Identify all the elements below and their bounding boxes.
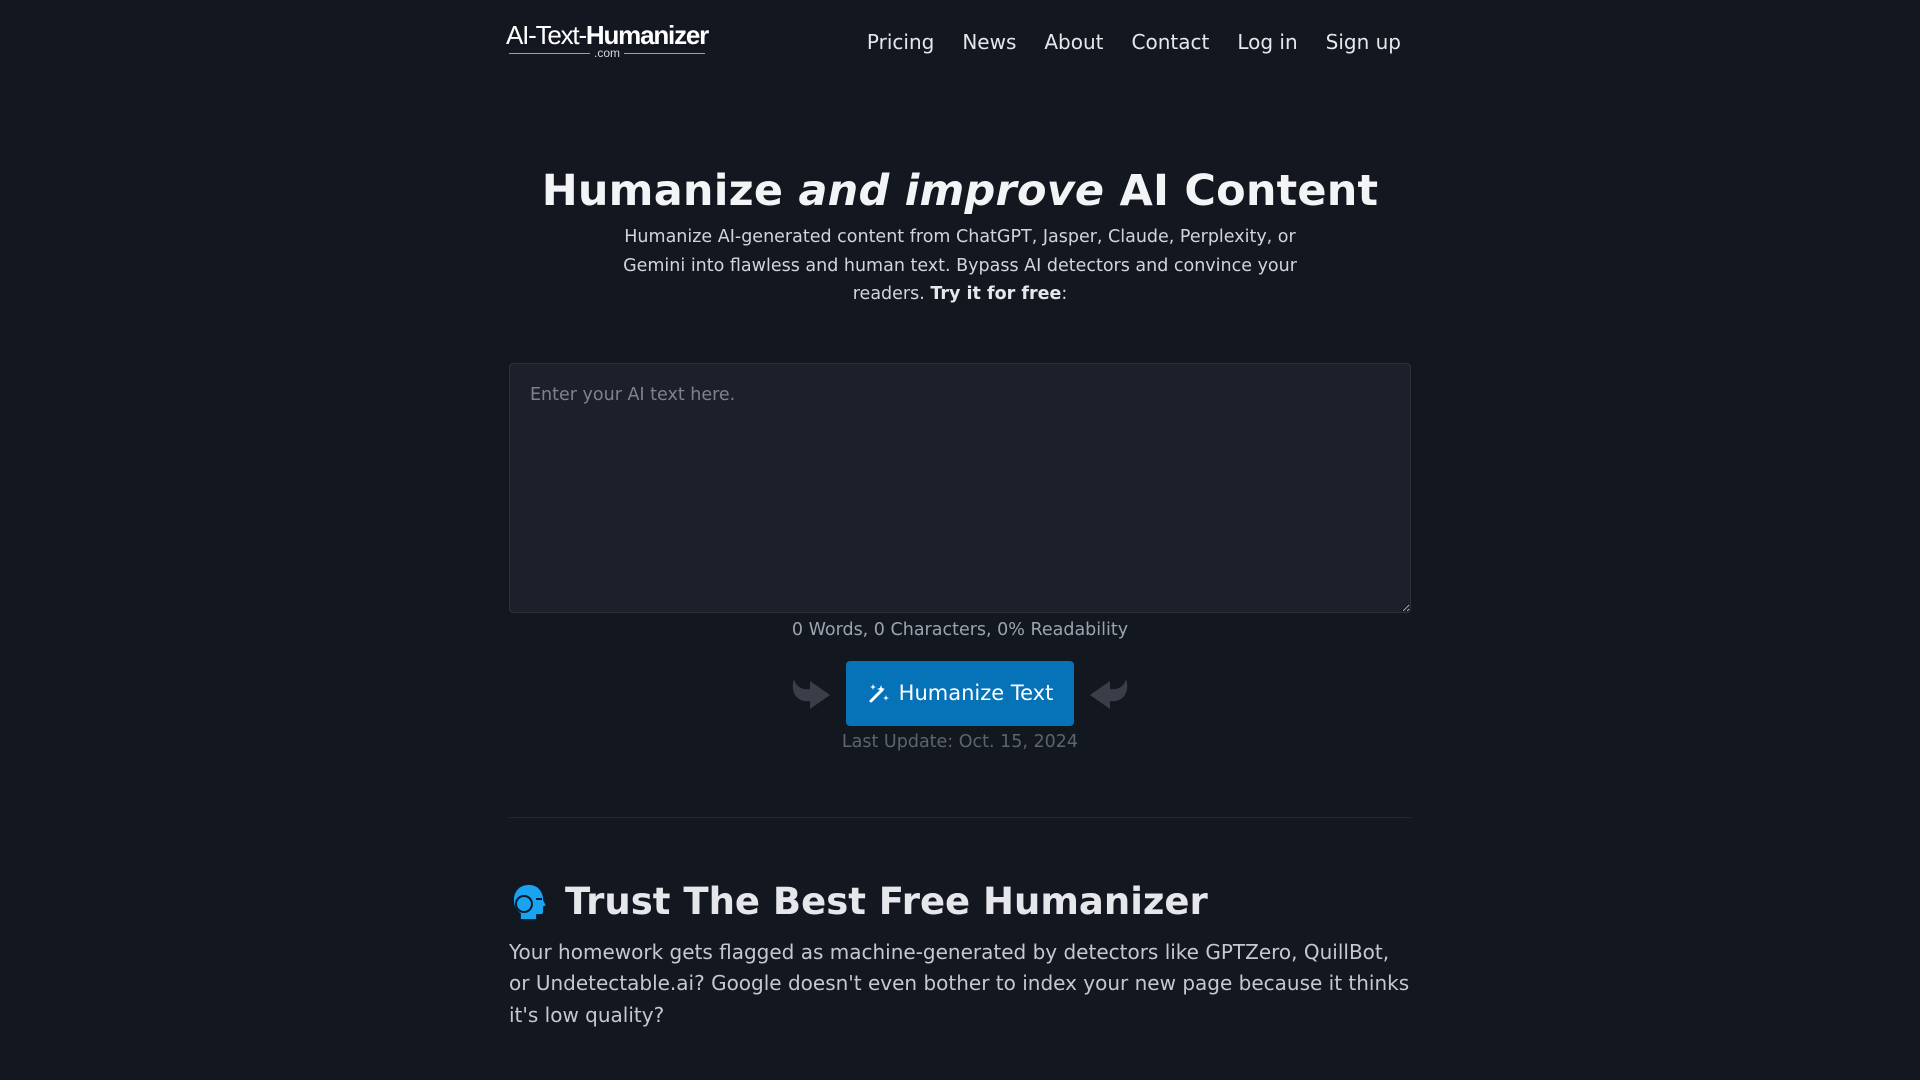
nav-news[interactable]: News bbox=[948, 30, 1030, 54]
ai-text-input[interactable] bbox=[509, 362, 1411, 613]
logo-prefix: AI-Text- bbox=[505, 20, 587, 50]
section-title-text: Trust The Best Free Humanizer bbox=[565, 879, 1208, 923]
site-header: AI-Text-Humanizer .com Pricing News Abou… bbox=[505, 0, 1411, 84]
title-part1: Humanize bbox=[541, 166, 799, 216]
hero-description: Humanize AI-generated content from ChatG… bbox=[610, 223, 1310, 309]
nav-pricing[interactable]: Pricing bbox=[853, 30, 948, 54]
curved-arrow-left-icon bbox=[1074, 661, 1144, 725]
logo-subline: .com bbox=[509, 46, 706, 60]
trust-section: Trust The Best Free Humanizer Your homew… bbox=[509, 879, 1411, 1032]
nav-log-in[interactable]: Log in bbox=[1223, 30, 1311, 54]
main-nav: Pricing News About Contact Log in Sign u… bbox=[853, 30, 1401, 54]
logo-text: AI-Text-Humanizer bbox=[505, 20, 709, 50]
humanize-button[interactable]: Humanize Text bbox=[846, 660, 1074, 726]
section-body: Your homework gets flagged as machine-ge… bbox=[509, 939, 1410, 1027]
page-title: Humanize and improve AI Content bbox=[509, 163, 1411, 219]
editor: 0 Words, 0 Characters, 0% Readability bbox=[509, 362, 1411, 641]
magic-wand-icon bbox=[867, 681, 891, 705]
section-divider bbox=[509, 816, 1411, 818]
title-emphasis: and improve bbox=[798, 166, 1105, 216]
text-stats: 0 Words, 0 Characters, 0% Readability bbox=[791, 619, 1129, 640]
human-head-icon bbox=[509, 881, 551, 923]
last-update: Last Update: Oct. 15, 2024 bbox=[841, 731, 1079, 752]
logo-line-right bbox=[624, 52, 706, 54]
page: AI-Text-Humanizer .com Pricing News Abou… bbox=[505, 0, 1411, 1032]
humanize-button-label: Humanize Text bbox=[898, 681, 1054, 705]
section-title: Trust The Best Free Humanizer bbox=[509, 879, 1411, 925]
nav-about[interactable]: About bbox=[1030, 30, 1117, 54]
nav-sign-up[interactable]: Sign up bbox=[1312, 30, 1401, 54]
curved-arrow-right-icon bbox=[776, 661, 846, 725]
action-row: Humanize Text bbox=[509, 660, 1411, 726]
hero: Humanize and improve AI Content Humanize… bbox=[509, 163, 1411, 309]
logo-suffix: .com bbox=[594, 46, 621, 60]
site-logo[interactable]: AI-Text-Humanizer .com bbox=[505, 20, 709, 60]
nav-contact[interactable]: Contact bbox=[1118, 30, 1224, 54]
title-part2: AI Content bbox=[1104, 166, 1379, 216]
description-cta: Try it for free bbox=[930, 284, 1062, 304]
description-end: : bbox=[1061, 284, 1068, 304]
logo-line-left bbox=[509, 52, 590, 54]
